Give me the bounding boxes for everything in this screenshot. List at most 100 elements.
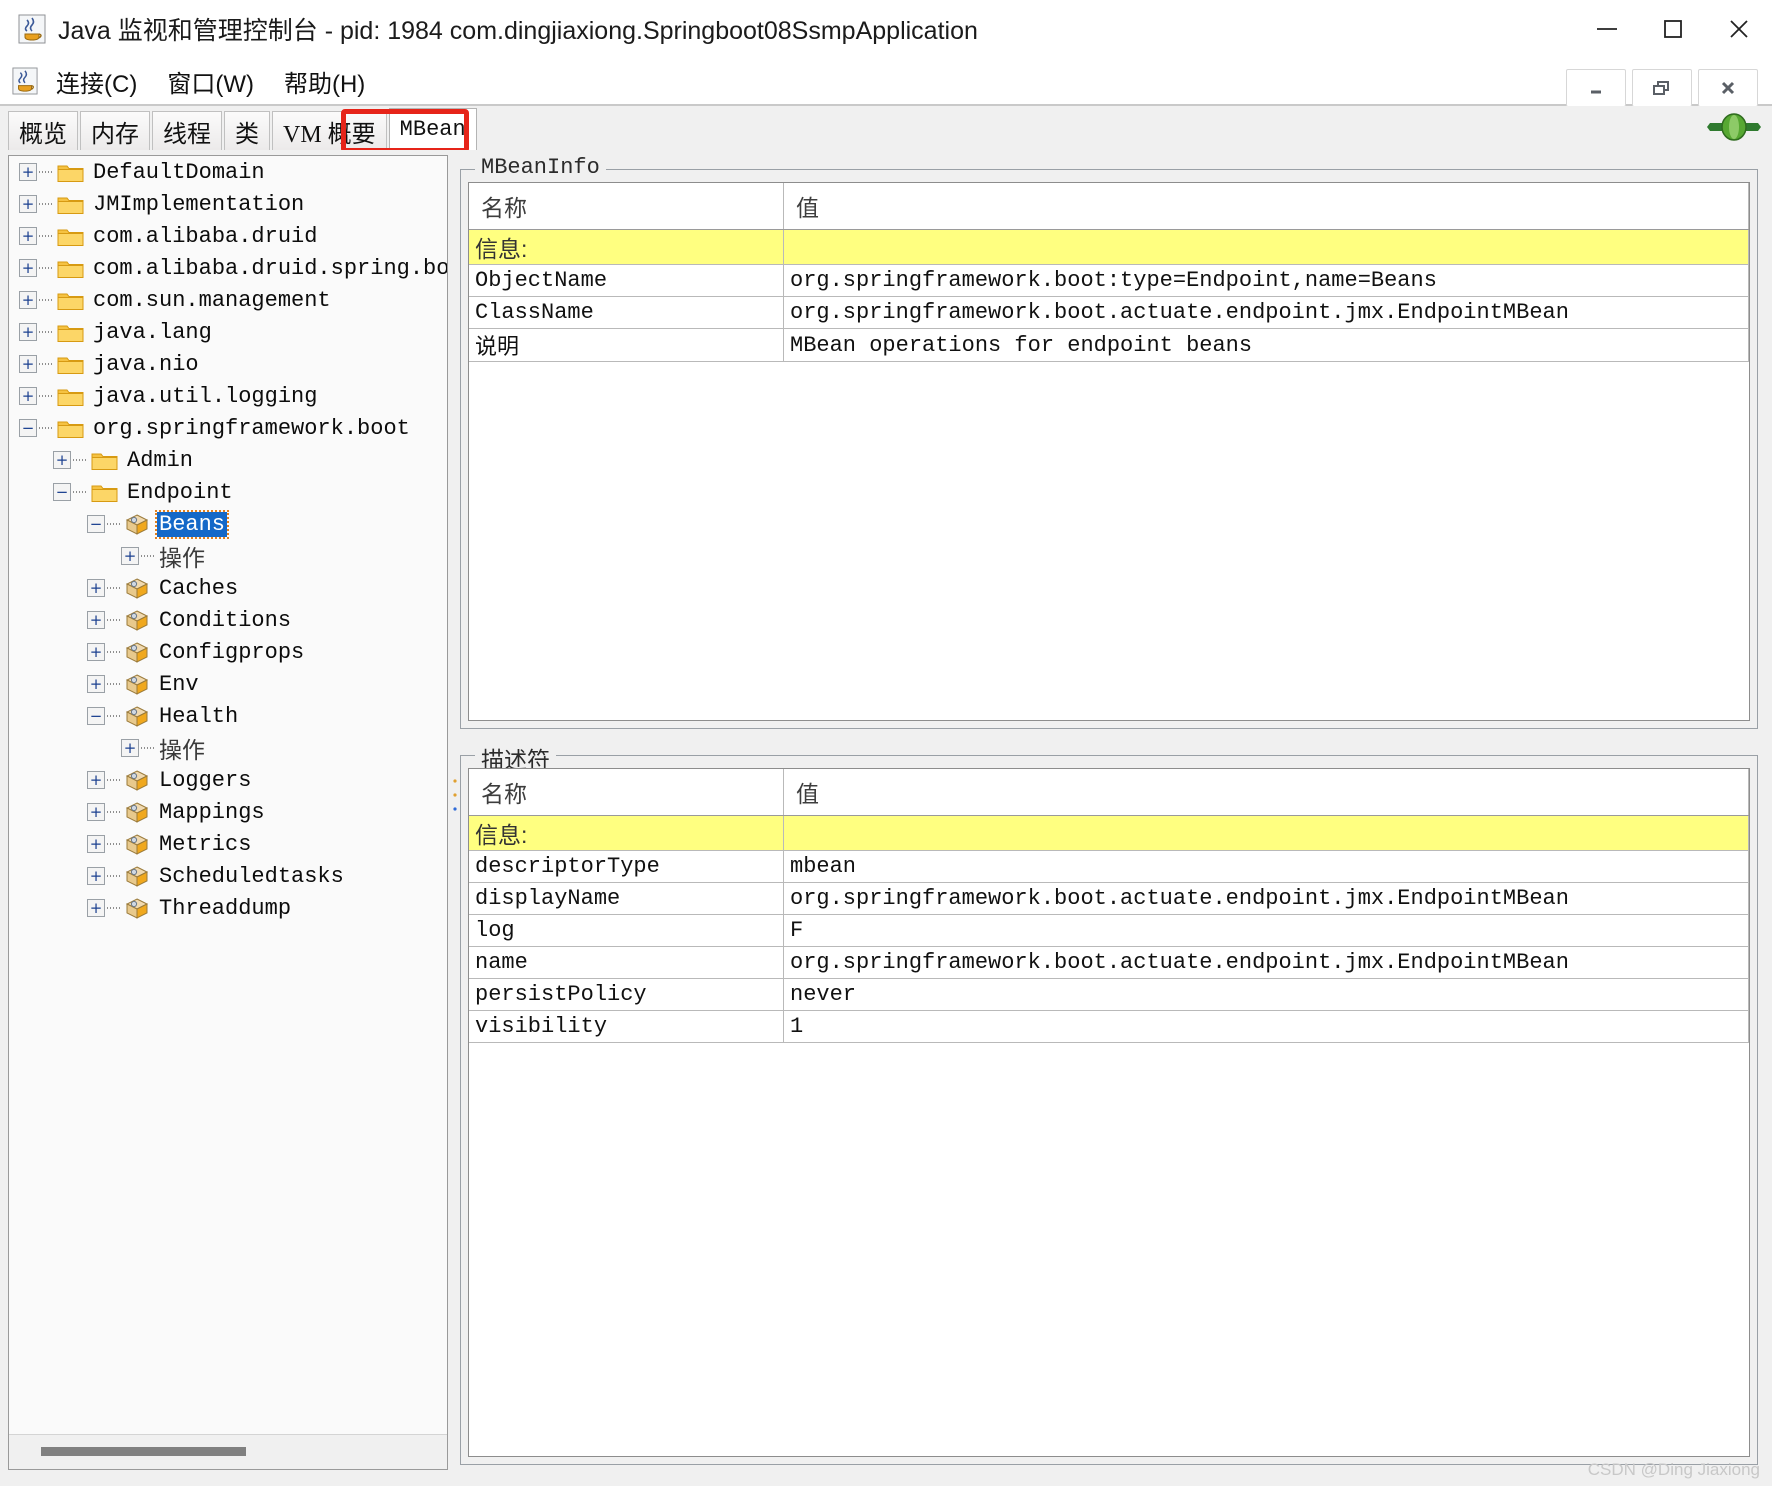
tree-collapse-icon[interactable]: − — [87, 707, 105, 725]
tree-expand-icon[interactable]: + — [87, 771, 105, 789]
mbean-tree[interactable]: + DefaultDomain + JMImplementation + com.alib… — [9, 156, 447, 1433]
tree-node[interactable]: + Loggers — [9, 764, 447, 796]
column-header-value[interactable]: 值 — [783, 183, 1749, 230]
tree-expand-icon[interactable]: + — [87, 579, 105, 597]
tree-node[interactable]: + Threaddump — [9, 892, 447, 924]
tree-node-label[interactable]: 操作 — [157, 539, 207, 573]
tree-expand-icon[interactable]: + — [19, 227, 37, 245]
tree-node[interactable]: + Metrics — [9, 828, 447, 860]
table-row[interactable]: descriptorType mbean — [469, 850, 1749, 883]
tree-node-label[interactable]: Beans — [154, 509, 230, 539]
tree-expand-icon[interactable]: + — [19, 291, 37, 309]
table-row[interactable]: log F — [469, 914, 1749, 947]
tree-horizontal-scrollbar[interactable] — [9, 1434, 447, 1469]
tree-node-label[interactable]: DefaultDomain — [91, 160, 267, 185]
tree-node[interactable]: + java.util.logging — [9, 380, 447, 412]
tree-expand-icon[interactable]: + — [19, 259, 37, 277]
cell-name[interactable]: 信息: — [469, 815, 784, 851]
tree-node[interactable]: + com.alibaba.druid.spring.boot. — [9, 252, 447, 284]
tree-node-label[interactable]: Scheduledtasks — [157, 864, 346, 889]
tree-node[interactable]: + JMImplementation — [9, 188, 447, 220]
tree-node[interactable]: − Endpoint — [9, 476, 447, 508]
column-header-value[interactable]: 值 — [783, 769, 1749, 816]
table-row[interactable]: ClassName org.springframework.boot.actuat… — [469, 296, 1749, 329]
tree-collapse-icon[interactable]: − — [87, 515, 105, 533]
tree-node-label[interactable]: com.alibaba.druid.spring.boot. — [91, 256, 447, 281]
tree-node-label[interactable]: Conditions — [157, 608, 293, 633]
tree-expand-icon[interactable]: + — [19, 323, 37, 341]
tree-node-label[interactable]: Threaddump — [157, 896, 293, 921]
column-header-name[interactable]: 名称 — [469, 183, 784, 230]
tree-node-label[interactable]: com.alibaba.druid — [91, 224, 319, 249]
tree-node-label[interactable]: Metrics — [157, 832, 253, 857]
table-row[interactable]: 说明 MBean operations for endpoint beans — [469, 328, 1749, 362]
table-row[interactable]: persistPolicy never — [469, 978, 1749, 1011]
cell-name[interactable]: descriptorType — [469, 850, 784, 883]
mdi-close-button[interactable] — [1698, 69, 1758, 107]
cell-value[interactable] — [783, 815, 1749, 851]
tree-node-label[interactable]: Configprops — [157, 640, 306, 665]
tree-node-label[interactable]: java.lang — [91, 320, 214, 345]
tree-node[interactable]: − org.springframework.boot — [9, 412, 447, 444]
tree-expand-icon[interactable]: + — [87, 611, 105, 629]
tree-node[interactable]: + Admin — [9, 444, 447, 476]
tree-expand-icon[interactable]: + — [121, 739, 139, 757]
table-row[interactable]: 信息: — [469, 815, 1749, 851]
cell-value[interactable]: F — [783, 914, 1749, 947]
split-divider[interactable] — [450, 155, 460, 1470]
tab-mbean[interactable]: MBean — [388, 108, 477, 150]
tree-node[interactable]: + 操作 — [9, 732, 447, 764]
tab-threads[interactable]: 线程 — [152, 111, 222, 150]
tree-node-label[interactable]: Mappings — [157, 800, 267, 825]
cell-value[interactable]: 1 — [783, 1010, 1749, 1043]
cell-name[interactable]: ClassName — [469, 296, 784, 329]
tree-node[interactable]: + java.lang — [9, 316, 447, 348]
tree-node-label[interactable]: Loggers — [157, 768, 253, 793]
tab-vm-summary[interactable]: VM 概要 — [272, 111, 387, 150]
tab-memory[interactable]: 内存 — [80, 111, 150, 150]
tree-node[interactable]: + Caches — [9, 572, 447, 604]
mdi-restore-button[interactable] — [1632, 69, 1692, 107]
table-row[interactable]: name org.springframework.boot.actuate.end… — [469, 946, 1749, 979]
cell-name[interactable]: displayName — [469, 882, 784, 915]
tree-node-label[interactable]: Endpoint — [125, 480, 235, 505]
cell-value[interactable] — [783, 229, 1749, 265]
cell-name[interactable]: log — [469, 914, 784, 947]
tree-node[interactable]: + com.sun.management — [9, 284, 447, 316]
tree-node[interactable]: + Scheduledtasks — [9, 860, 447, 892]
cell-value[interactable]: org.springframework.boot.actuate.endpoin… — [783, 882, 1749, 915]
menu-connection[interactable]: 连接(C) — [52, 62, 141, 101]
tree-node-label[interactable]: JMImplementation — [91, 192, 306, 217]
tree-node-label[interactable]: Health — [157, 704, 240, 729]
tab-overview[interactable]: 概览 — [8, 111, 78, 150]
tree-node[interactable]: + java.nio — [9, 348, 447, 380]
tree-expand-icon[interactable]: + — [87, 899, 105, 917]
tree-node[interactable]: + Mappings — [9, 796, 447, 828]
tree-node[interactable]: + 操作 — [9, 540, 447, 572]
menu-window[interactable]: 窗口(W) — [163, 62, 258, 101]
tree-expand-icon[interactable]: + — [87, 803, 105, 821]
tree-expand-icon[interactable]: + — [121, 547, 139, 565]
tab-classes[interactable]: 类 — [224, 111, 270, 150]
tree-node-label[interactable]: java.nio — [91, 352, 201, 377]
tree-node[interactable]: − Health — [9, 700, 447, 732]
cell-name[interactable]: ObjectName — [469, 264, 784, 297]
column-header-name[interactable]: 名称 — [469, 769, 784, 816]
tree-node[interactable]: + Env — [9, 668, 447, 700]
table-row[interactable]: 信息: — [469, 229, 1749, 265]
table-row[interactable]: visibility 1 — [469, 1010, 1749, 1043]
tree-node[interactable]: + Conditions — [9, 604, 447, 636]
minimize-button[interactable] — [1574, 0, 1640, 58]
tree-expand-icon[interactable]: + — [87, 867, 105, 885]
cell-name[interactable]: 说明 — [469, 328, 784, 362]
tree-expand-icon[interactable]: + — [87, 675, 105, 693]
tree-node-label[interactable]: Admin — [125, 448, 195, 473]
table-row[interactable]: ObjectName org.springframework.boot:type=… — [469, 264, 1749, 297]
cell-value[interactable]: MBean operations for endpoint beans — [783, 328, 1749, 362]
connector-plug-icon[interactable] — [1706, 112, 1762, 147]
tree-node-label[interactable]: 操作 — [157, 731, 207, 765]
table-row[interactable]: displayName org.springframework.boot.actu… — [469, 882, 1749, 915]
tree-node[interactable]: + com.alibaba.druid — [9, 220, 447, 252]
cell-value[interactable]: mbean — [783, 850, 1749, 883]
cell-value[interactable]: org.springframework.boot.actuate.endpoin… — [783, 946, 1749, 979]
